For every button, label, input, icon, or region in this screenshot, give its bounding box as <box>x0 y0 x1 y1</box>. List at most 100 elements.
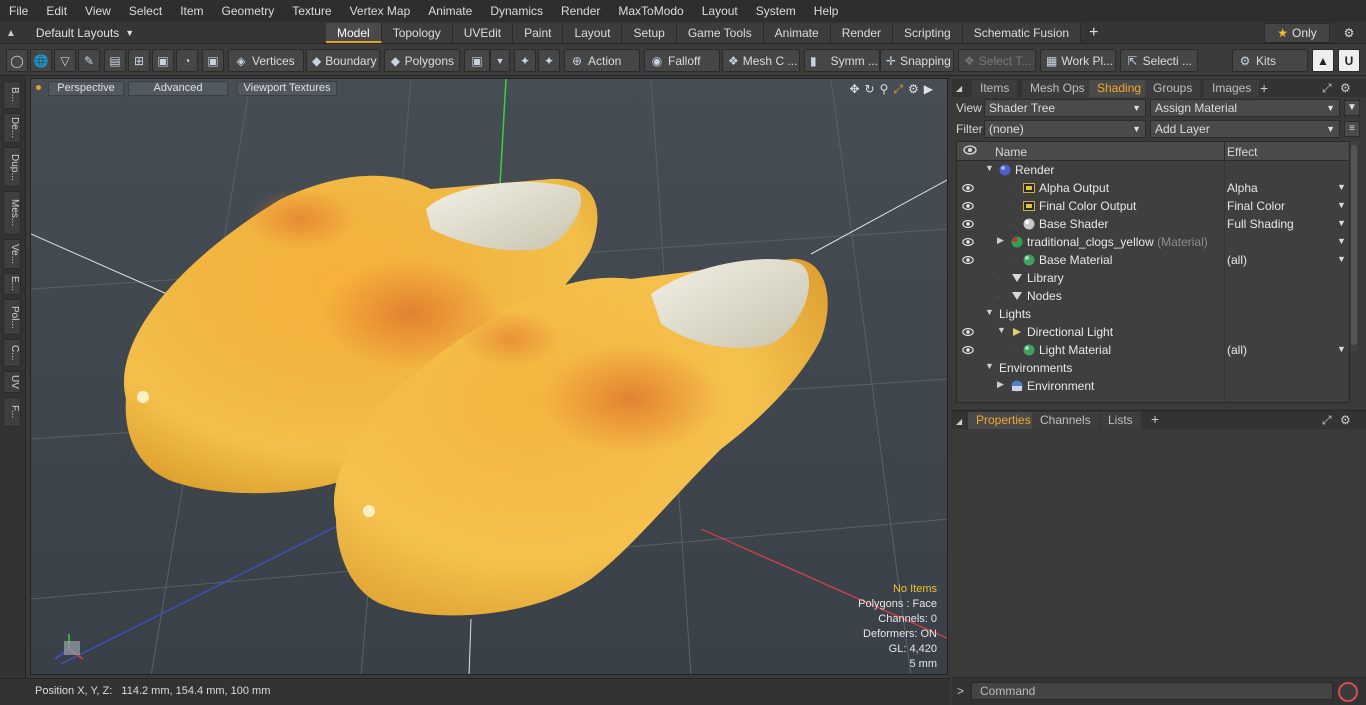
left-strip-tab[interactable]: B... <box>3 81 21 109</box>
action-button[interactable]: ⊕ Action <box>564 49 640 72</box>
tab-animate[interactable]: Animate <box>763 23 831 43</box>
assign-material-dropdown[interactable]: Assign Material ▼ <box>1150 99 1340 117</box>
menu-file[interactable]: File <box>0 0 37 22</box>
mode-dropdown[interactable]: ▼ <box>490 49 510 72</box>
add-tab-icon[interactable]: + <box>1151 411 1159 427</box>
shader-tree-row[interactable]: ▼ Lights <box>957 305 1349 323</box>
tab-properties[interactable]: Properties <box>968 412 1039 429</box>
tab-setup[interactable]: Setup <box>622 23 677 43</box>
visibility-eye-icon[interactable] <box>962 200 974 212</box>
expand-open-icon[interactable]: ▼ <box>985 361 994 371</box>
shader-tree-row[interactable]: ▼ Directional Light <box>957 323 1349 341</box>
column-effect[interactable]: Effect <box>1227 145 1257 159</box>
tab-uvedit[interactable]: UVEdit <box>452 23 514 43</box>
effect-dropdown-icon[interactable]: ▼ <box>1337 218 1346 228</box>
advanced-button[interactable]: Advanced <box>128 81 228 96</box>
menu-item[interactable]: Item <box>171 0 212 22</box>
shader-tree-row[interactable]: · Base Shader Full Shading ▼ <box>957 215 1349 233</box>
add-layer-dropdown[interactable]: Add Layer ▼ <box>1150 120 1340 138</box>
command-input[interactable]: Command <box>971 682 1333 700</box>
shader-tree-row[interactable]: · Base Material (all) ▼ <box>957 251 1349 269</box>
menu-help[interactable]: Help <box>805 0 848 22</box>
only-toggle[interactable]: ★ Only <box>1264 23 1330 43</box>
left-strip-tab[interactable]: UV <box>3 371 21 393</box>
left-strip-tab[interactable]: E... <box>3 273 21 295</box>
effect-dropdown-icon[interactable]: ▼ <box>1337 182 1346 192</box>
left-strip-tab[interactable]: Ve... <box>3 239 21 269</box>
expand-open-icon[interactable]: ▼ <box>985 307 994 317</box>
menu-layout[interactable]: Layout <box>693 0 747 22</box>
tab-layout[interactable]: Layout <box>563 23 623 43</box>
effect-dropdown-icon[interactable]: ▼ <box>1337 254 1346 264</box>
expand-open-icon[interactable]: ▼ <box>997 325 1006 335</box>
left-strip-tab[interactable]: De... <box>3 113 21 143</box>
unreal-button[interactable]: U <box>1338 49 1360 72</box>
left-strip-tab[interactable]: F... <box>3 397 21 427</box>
left-strip-tab[interactable]: Pol... <box>3 299 21 335</box>
visibility-eye-icon[interactable] <box>962 326 974 338</box>
tab-shading[interactable]: Shading <box>1089 80 1150 97</box>
add-tab-icon[interactable]: + <box>1260 80 1268 96</box>
expand-open-icon[interactable]: ▼ <box>985 163 994 173</box>
viewport-expand-icon[interactable]: ▶ <box>924 82 933 97</box>
viewport-menu-dot[interactable] <box>36 85 41 90</box>
effect-dropdown-icon[interactable]: ▼ <box>1337 344 1346 354</box>
tab-render[interactable]: Render <box>830 23 894 43</box>
panel-gear-icon[interactable]: ⚙ <box>1340 413 1351 427</box>
effect-dropdown-icon[interactable]: ▼ <box>1337 236 1346 246</box>
rotate-view-icon[interactable]: ↻ <box>865 82 875 97</box>
menu-dynamics[interactable]: Dynamics <box>481 0 552 22</box>
pivot-mode-button[interactable]: ✦ <box>538 49 560 72</box>
cube-button[interactable]: ▣ <box>202 49 224 72</box>
menu-render[interactable]: Render <box>552 0 609 22</box>
effect-dropdown-icon[interactable]: ▼ <box>1337 200 1346 210</box>
filter-dropdown[interactable]: (none) ▼ <box>984 120 1146 138</box>
shader-tree-row[interactable]: ▶ Environment <box>957 377 1349 395</box>
select-circle-button[interactable]: ◯ <box>6 49 28 72</box>
viewport-settings-gear-icon[interactable]: ⚙ <box>908 82 919 97</box>
tab-model[interactable]: Model <box>326 23 382 43</box>
3d-viewport[interactable]: Perspective Advanced Viewport Textures ✥… <box>30 78 948 675</box>
select-through-button[interactable]: ❖ Select T... <box>958 49 1036 72</box>
menu-view[interactable]: View <box>76 0 120 22</box>
menu-geometry[interactable]: Geometry <box>213 0 284 22</box>
kits-button[interactable]: ⚙ Kits <box>1232 49 1308 72</box>
record-macro-icon[interactable] <box>1338 682 1358 702</box>
falloff-button[interactable]: ◉ Falloff <box>644 49 720 72</box>
tab-scripting[interactable]: Scripting <box>893 23 963 43</box>
tab-groups[interactable]: Groups <box>1145 80 1201 97</box>
expand-closed-icon[interactable]: ▶ <box>997 379 1004 390</box>
shader-tree-row[interactable]: · Library <box>957 269 1349 287</box>
snapping-button[interactable]: ✛ Snapping <box>880 49 954 72</box>
shader-tree-row[interactable]: · Nodes <box>957 287 1349 305</box>
menu-texture[interactable]: Texture <box>283 0 340 22</box>
tab-channels[interactable]: Channels <box>1032 412 1099 429</box>
visibility-eye-icon[interactable] <box>962 236 974 248</box>
expand-closed-icon[interactable]: ▶ <box>997 235 1004 246</box>
shader-tree-scrollbar[interactable] <box>1350 141 1358 351</box>
panel-expand-icon[interactable]: ⤢ <box>1322 81 1332 96</box>
menu-animate[interactable]: Animate <box>419 0 481 22</box>
scrollbar-thumb[interactable] <box>1351 145 1357 345</box>
tab-game-tools[interactable]: Game Tools <box>676 23 764 43</box>
viewport-textures-button[interactable]: Viewport Textures <box>237 81 337 96</box>
shader-tree-row[interactable]: ▶ traditional_clogs_yellow (Material) ▼ <box>957 233 1349 251</box>
shader-tree-row[interactable]: · Alpha Output Alpha ▼ <box>957 179 1349 197</box>
menu-system[interactable]: System <box>747 0 805 22</box>
work-plane-button[interactable]: ▦ Work Pl... <box>1040 49 1116 72</box>
zoom-view-icon[interactable]: ⚲ <box>880 82 889 97</box>
view-dropdown[interactable]: Shader Tree ▼ <box>984 99 1146 117</box>
center-button[interactable]: ⊞ <box>128 49 150 72</box>
fit-view-icon[interactable]: ⤢ <box>893 82 903 97</box>
material-mode-button[interactable]: ✦ <box>514 49 536 72</box>
menu-edit[interactable]: Edit <box>37 0 76 22</box>
symmetry-button[interactable]: ▮ Symm ... <box>804 49 880 72</box>
item-mode-button[interactable]: ▣ <box>464 49 490 72</box>
perspective-button[interactable]: Perspective <box>48 81 124 96</box>
align-button[interactable]: ▤ <box>104 49 126 72</box>
lasso-button[interactable]: ▽ <box>54 49 76 72</box>
filter-funnel-icon[interactable]: ▼ <box>1344 100 1360 116</box>
gear-icon[interactable]: ⚙ <box>1340 24 1358 42</box>
tab-mesh-ops[interactable]: Mesh Ops <box>1022 80 1093 97</box>
visibility-eye-icon[interactable] <box>962 344 974 356</box>
